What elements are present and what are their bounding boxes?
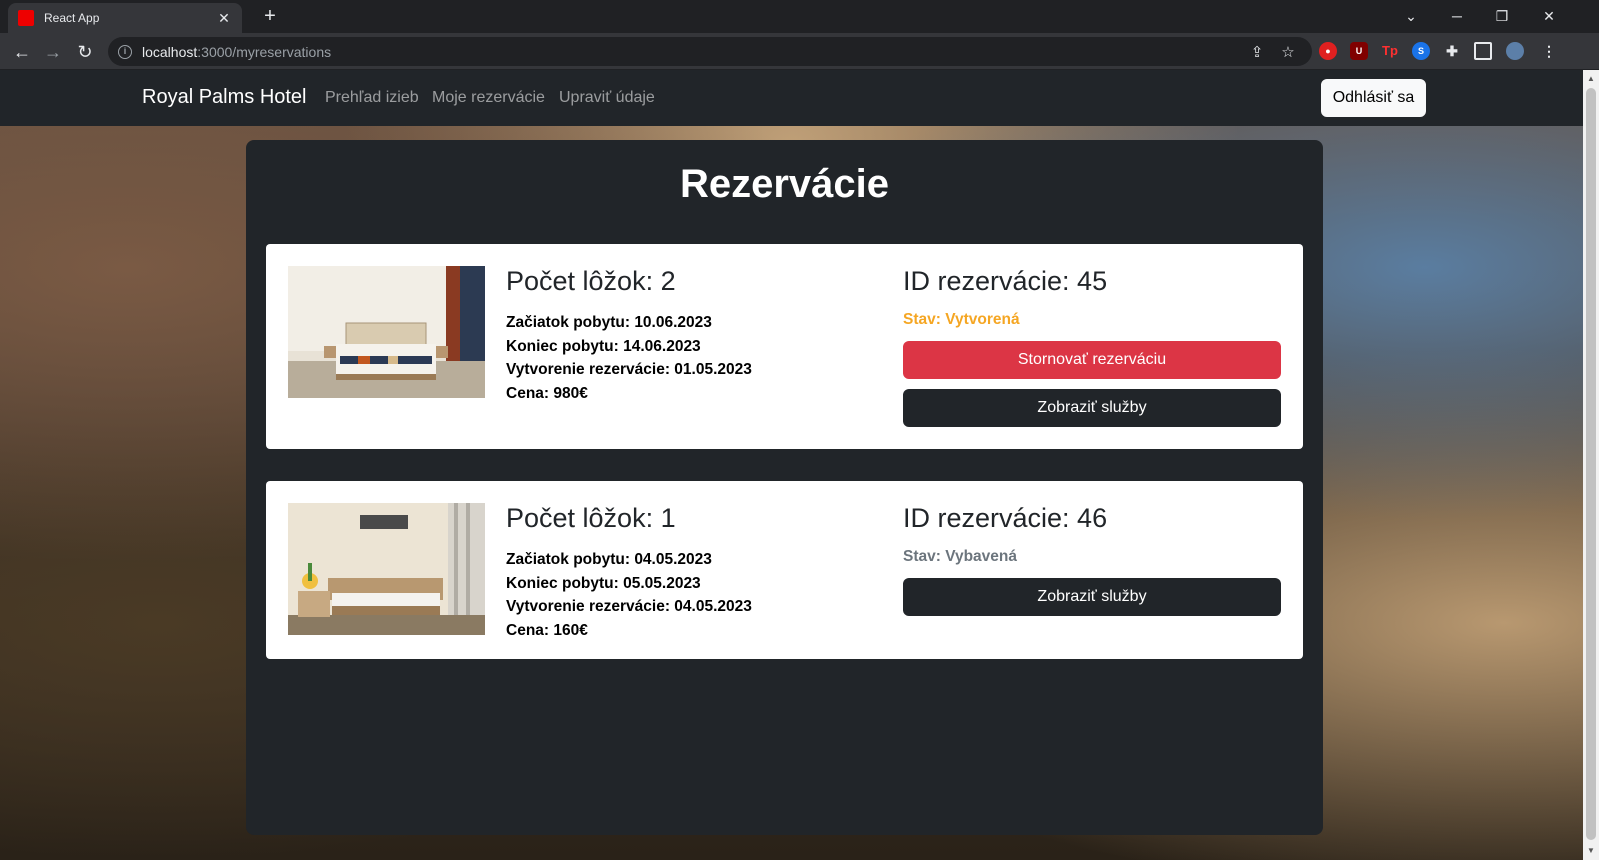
reservation-info: Počet lôžok: 2 Začiatok pobytu: 10.06.20… — [506, 266, 752, 405]
site-info-icon[interactable]: i — [118, 44, 132, 59]
reservation-id: ID rezervácie: 46 — [903, 503, 1108, 533]
show-services-button[interactable]: Zobraziť služby — [903, 578, 1281, 616]
reservation-card: Počet lôžok: 1 Začiatok pobytu: 04.05.20… — [266, 481, 1303, 659]
browser-tab-strip: React App ✕ + ⌄ ─ ❐ ✕ — [0, 0, 1599, 33]
brand-link[interactable]: Royal Palms Hotel — [142, 86, 307, 109]
scroll-down-icon[interactable]: ▼ — [1587, 846, 1595, 855]
minimize-icon[interactable]: ─ — [1442, 4, 1472, 28]
reservation-info: Počet lôžok: 1 Začiatok pobytu: 04.05.20… — [506, 503, 752, 642]
back-icon[interactable]: ← — [9, 39, 35, 65]
reservation-actions: ID rezervácie: 45 Stav: Vytvorená Storno… — [903, 266, 1281, 437]
scroll-thumb[interactable] — [1586, 88, 1596, 840]
new-tab-icon[interactable]: + — [258, 5, 282, 29]
logout-button[interactable]: Odhlásiť sa — [1321, 79, 1426, 117]
status-badge: Stav: Vytvorená — [903, 311, 1020, 328]
ublock-icon[interactable]: U — [1350, 42, 1368, 60]
close-icon[interactable]: ✕ — [216, 10, 232, 27]
browser-toolbar: ← → ↻ i localhost:3000/myreservations ⇪ … — [0, 33, 1599, 70]
tab-search-icon[interactable]: ⌄ — [1396, 4, 1426, 28]
extension-red-icon[interactable]: ● — [1319, 42, 1337, 60]
react-favicon-icon — [18, 10, 34, 26]
site-navbar: Royal Palms Hotel Prehľad izieb Moje rez… — [0, 70, 1583, 126]
room-image — [288, 503, 485, 635]
bookmark-star-icon[interactable]: ☆ — [1279, 43, 1297, 61]
stay-end: Koniec pobytu: 14.06.2023 — [506, 337, 701, 355]
stay-start: Začiatok pobytu: 10.06.2023 — [506, 314, 712, 331]
profile-avatar-icon[interactable] — [1506, 42, 1524, 60]
scroll-up-icon[interactable]: ▲ — [1587, 74, 1595, 83]
room-image — [288, 266, 485, 398]
reload-icon[interactable]: ↻ — [72, 39, 98, 65]
shazam-icon[interactable]: S — [1412, 42, 1430, 60]
price: Cena: 160€ — [506, 621, 588, 639]
created-date: Vytvorenie rezervácie: 01.05.2023 — [506, 361, 752, 379]
address-bar[interactable]: i localhost:3000/myreservations ⇪ ☆ — [108, 37, 1312, 66]
stay-start: Začiatok pobytu: 04.05.2023 — [506, 551, 712, 568]
page-scrollbar[interactable]: ▲ ▼ — [1583, 70, 1599, 860]
close-window-icon[interactable]: ✕ — [1534, 4, 1564, 28]
nav-link-edit-profile[interactable]: Upraviť údaje — [559, 89, 655, 107]
nav-link-my-reservations[interactable]: Moje rezervácie — [432, 89, 545, 107]
side-panel-icon[interactable] — [1474, 42, 1492, 60]
share-icon[interactable]: ⇪ — [1248, 43, 1266, 61]
tab-title: React App — [44, 11, 100, 25]
reservation-id: ID rezervácie: 45 — [903, 266, 1108, 296]
browser-tab[interactable]: React App ✕ — [8, 3, 242, 33]
page-viewport: Royal Palms Hotel Prehľad izieb Moje rez… — [0, 70, 1583, 860]
menu-kebab-icon[interactable]: ⋮ — [1540, 42, 1558, 60]
forward-icon[interactable]: → — [40, 39, 66, 65]
extensions-puzzle-icon[interactable]: ✚ — [1443, 42, 1461, 60]
reservation-actions: ID rezervácie: 46 Stav: Vybavená Zobrazi… — [903, 503, 1281, 626]
restore-icon[interactable]: ❐ — [1487, 4, 1517, 28]
stay-end: Koniec pobytu: 05.05.2023 — [506, 574, 701, 592]
nav-link-rooms[interactable]: Prehľad izieb — [325, 89, 419, 107]
price: Cena: 980€ — [506, 384, 588, 402]
bed-count: Počet lôžok: 1 — [506, 503, 676, 533]
created-date: Vytvorenie rezervácie: 04.05.2023 — [506, 598, 752, 616]
tp-extension-icon[interactable]: Tp — [1381, 42, 1399, 60]
reservations-panel: Rezervácie Počet lôžok: 2 Začiatok pobyt… — [246, 140, 1323, 835]
cancel-reservation-button[interactable]: Stornovať rezerváciu — [903, 341, 1281, 379]
reservation-card: Počet lôžok: 2 Začiatok pobytu: 10.06.20… — [266, 244, 1303, 449]
show-services-button[interactable]: Zobraziť služby — [903, 389, 1281, 427]
bed-count: Počet lôžok: 2 — [506, 266, 676, 296]
url-path: :3000/myreservations — [197, 43, 332, 60]
status-badge: Stav: Vybavená — [903, 548, 1018, 565]
page-title: Rezervácie — [679, 162, 890, 206]
url-host: localhost — [142, 43, 198, 60]
